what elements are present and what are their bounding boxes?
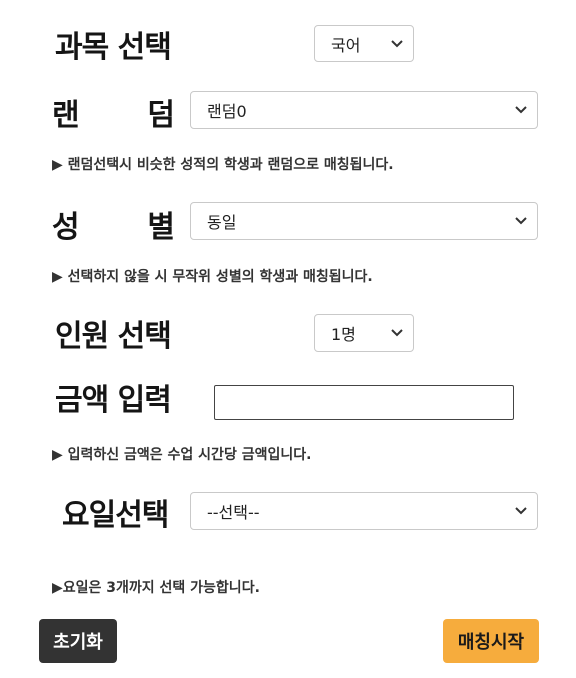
gender-select-value: 동일: [207, 213, 237, 232]
random-note: ▶ 랜덤선택시 비슷한 성적의 학생과 랜덤으로 매칭됩니다.: [52, 157, 394, 173]
subject-label: 과목 선택: [55, 30, 172, 65]
amount-label: 금액 입력: [55, 383, 172, 418]
chevron-down-icon: [515, 217, 527, 225]
weekday-select[interactable]: --선택--: [190, 492, 538, 530]
chevron-down-icon: [391, 329, 403, 337]
chevron-down-icon: [391, 39, 403, 47]
reset-button[interactable]: 초기화: [39, 619, 117, 663]
chevron-down-icon: [515, 507, 527, 515]
random-label: 랜 덤: [52, 90, 175, 134]
gender-label-char-1: 성: [52, 210, 80, 245]
start-matching-button[interactable]: 매칭시작: [443, 619, 539, 663]
subject-select-value: 국어: [331, 35, 361, 55]
chevron-down-icon: [515, 106, 527, 114]
weekday-label: 요일선택: [62, 498, 169, 533]
gender-label-char-2: 별: [147, 210, 175, 245]
gender-select[interactable]: 동일: [190, 202, 538, 240]
weekday-select-value: --선택--: [207, 503, 260, 522]
amount-note: ▶ 입력하신 금액은 수업 시간당 금액입니다.: [52, 447, 312, 463]
gender-note: ▶ 선택하지 않을 시 무작위 성별의 학생과 매칭됩니다.: [52, 269, 373, 285]
subject-select[interactable]: 국어: [314, 25, 414, 62]
amount-input[interactable]: [214, 385, 514, 420]
weekday-note: ▶요일은 3개까지 선택 가능합니다.: [52, 580, 260, 596]
random-select-value: 랜덤0: [207, 102, 247, 121]
gender-label: 성 별: [52, 202, 175, 246]
headcount-select[interactable]: 1명: [314, 314, 414, 352]
headcount-select-value: 1명: [331, 325, 356, 344]
random-select[interactable]: 랜덤0: [190, 91, 538, 129]
random-label-char-1: 랜: [52, 98, 80, 133]
headcount-label: 인원 선택: [55, 319, 172, 354]
random-label-char-2: 덤: [147, 98, 175, 133]
